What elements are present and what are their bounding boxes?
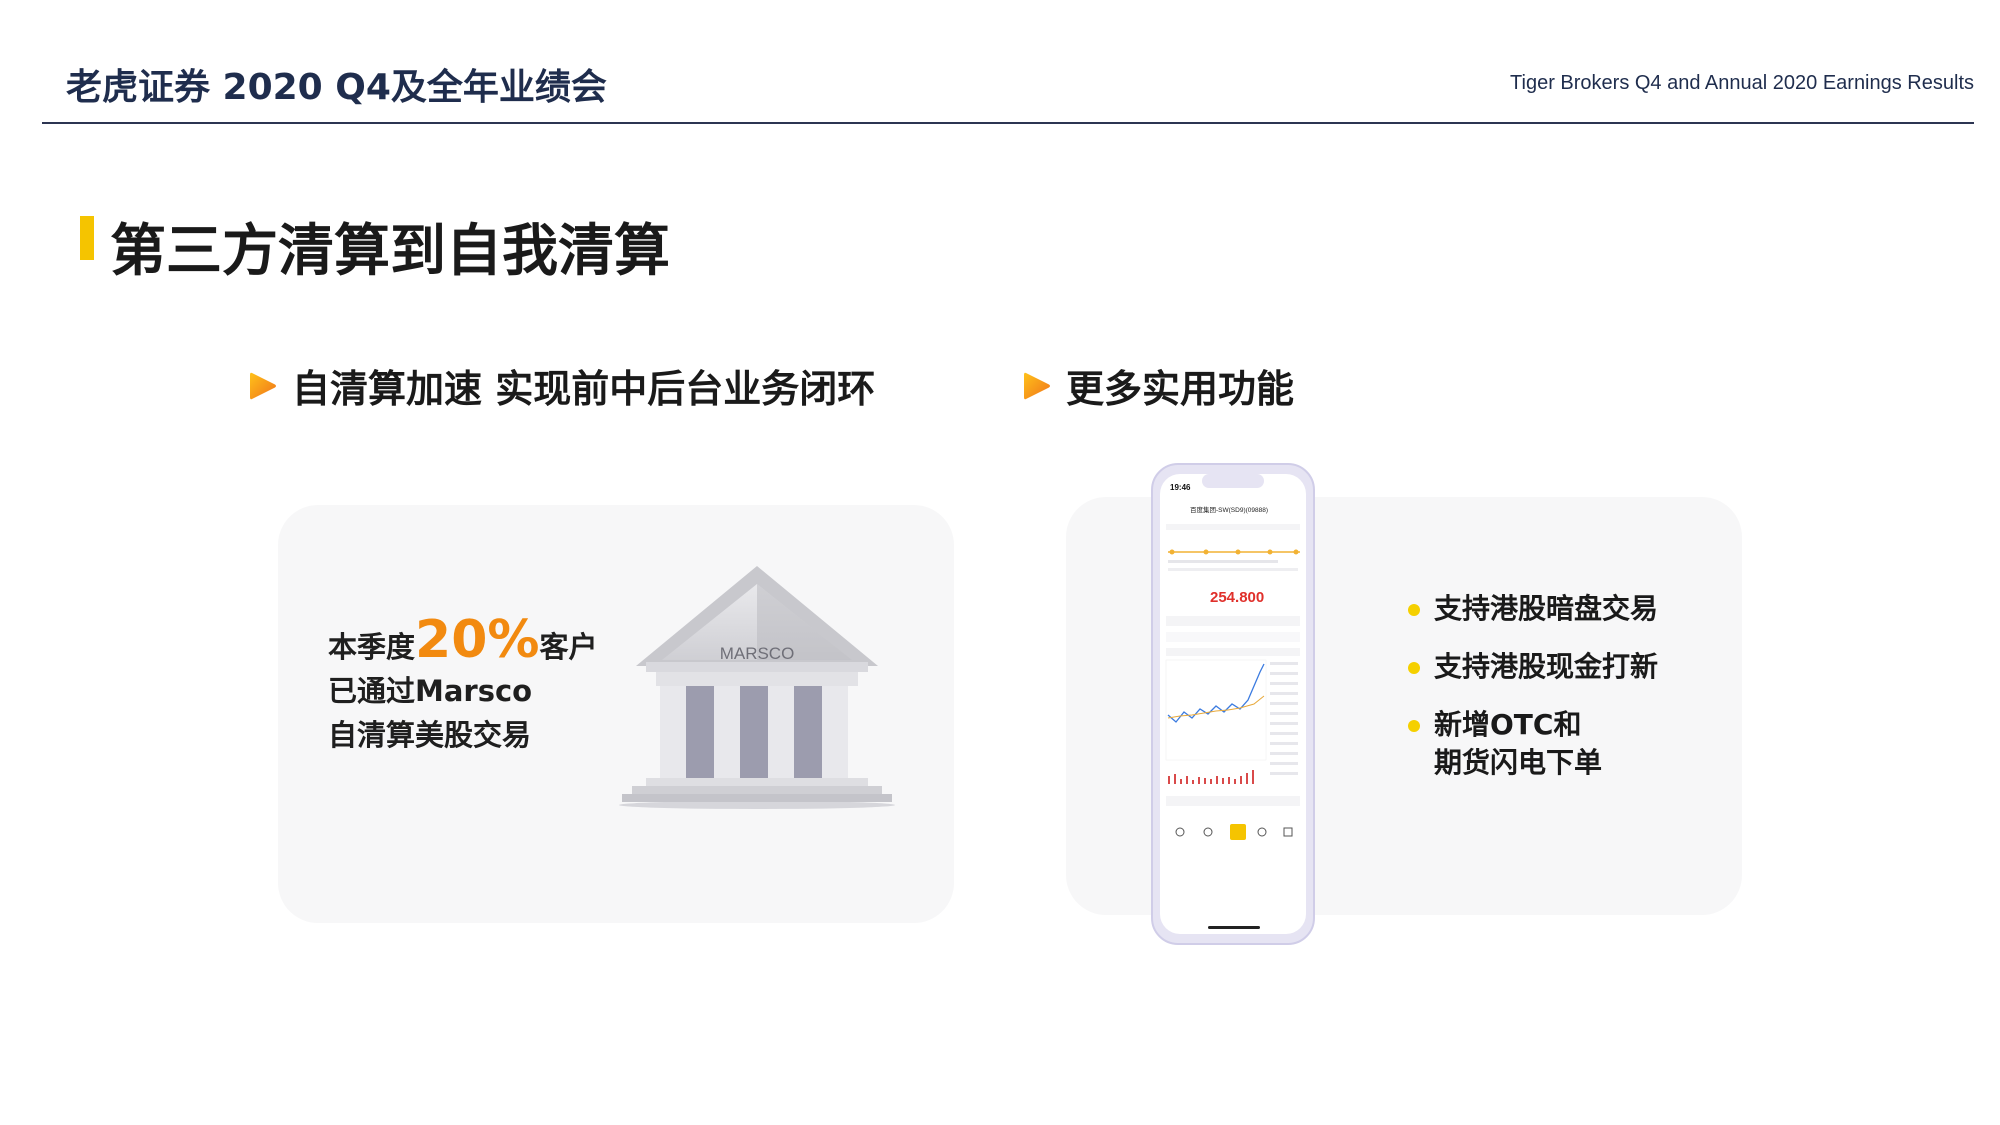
bullet-dot-icon: [1408, 662, 1420, 674]
stat-suffix: 客户: [539, 630, 598, 664]
feature-text: 支持港股现金打新: [1434, 650, 1659, 683]
play-arrow-icon: [250, 372, 276, 399]
left-section-heading: 自清算加速 实现前中后台业务闭环: [248, 358, 875, 413]
stat-line-3: 自清算美股交易: [328, 718, 532, 752]
left-heading-text: 自清算加速 实现前中后台业务闭环: [292, 367, 876, 411]
title-accent-bar: [80, 216, 94, 260]
bank-label: MARSCO: [720, 644, 795, 663]
slide-title: 第三方清算到自我清算: [110, 219, 670, 284]
right-section-heading: 更多实用功能: [1022, 358, 1294, 413]
stat-line-1: 本季度20%客户: [328, 614, 598, 669]
phone-tab-bar: [1164, 816, 1304, 852]
stat-percent: 20%: [415, 610, 540, 670]
header-divider: [42, 122, 1974, 124]
stat-line-2: 已通过Marsco: [328, 674, 533, 708]
feature-list: 支持港股暗盘交易 支持港股现金打新 新增OTC和 期货闪电下单: [1408, 590, 1658, 802]
feature-text: 新增OTC和: [1434, 708, 1582, 741]
bullet-dot-icon: [1408, 604, 1420, 616]
feature-item: 新增OTC和 期货闪电下单: [1408, 706, 1658, 782]
phone-time: 19:46: [1170, 483, 1191, 492]
feature-item: 支持港股暗盘交易: [1408, 590, 1658, 628]
stat-prefix: 本季度: [328, 630, 416, 664]
phone-price: 254.800: [1210, 589, 1264, 606]
right-heading-text: 更多实用功能: [1066, 367, 1295, 411]
feature-text: 支持港股暗盘交易: [1434, 592, 1659, 625]
play-arrow-icon: [1024, 372, 1050, 399]
header-title-en: Tiger Brokers Q4 and Annual 2020 Earning…: [1510, 72, 1974, 94]
feature-text-line2: 期货闪电下单: [1434, 746, 1603, 779]
clearing-stat: 本季度20%客户 已通过Marsco 自清算美股交易: [328, 614, 598, 757]
feature-item: 支持港股现金打新: [1408, 648, 1658, 686]
bullet-dot-icon: [1408, 720, 1420, 732]
phone-mockup: 19:46 百度集团-SW(SD9)(09888) 254.800: [1151, 463, 1315, 945]
phone-stock-name: 百度集团-SW(SD9)(09888): [1190, 505, 1268, 514]
header-title-cn: 老虎证券 2020 Q4及全年业绩会: [66, 67, 607, 108]
marsco-building-icon: MARSCO: [619, 566, 895, 809]
